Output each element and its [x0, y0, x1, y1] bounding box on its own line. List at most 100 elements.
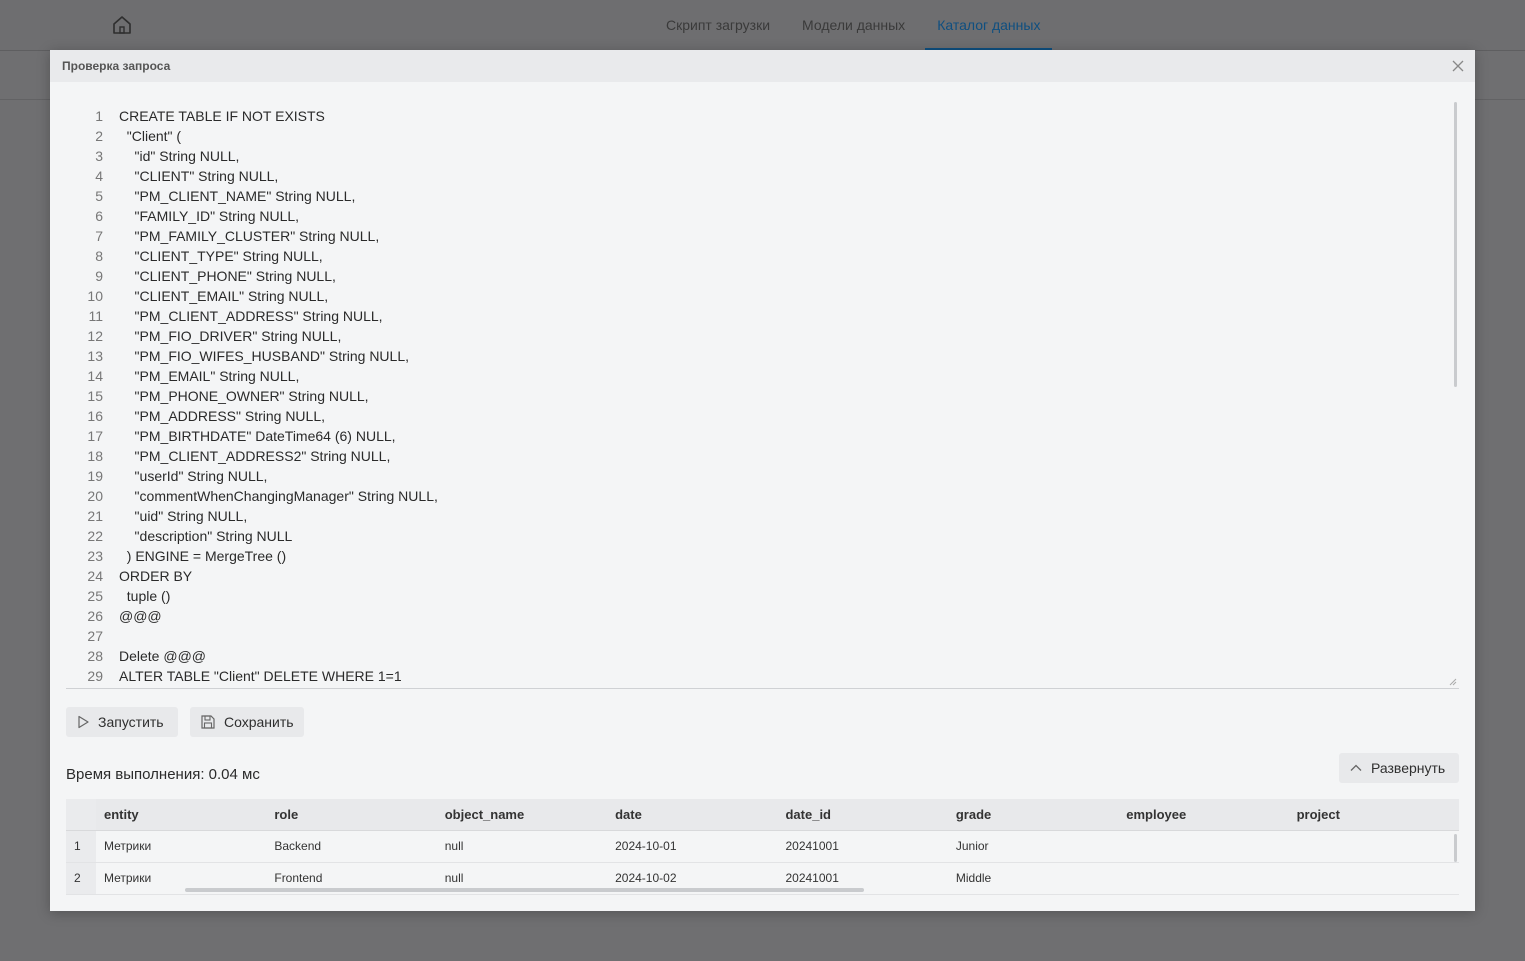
editor-scrollbar[interactable]: [1454, 102, 1457, 387]
table-header: entity role object_name date date_id grade emp…: [66, 799, 1459, 831]
line-text: "uid" String NULL,: [119, 508, 248, 524]
line-text: "CLIENT_EMAIL" String NULL,: [119, 288, 329, 304]
column-header-date-id[interactable]: date_id: [777, 799, 947, 830]
code-line: 26 @@@: [66, 606, 1459, 626]
expand-button-label: Развернуть: [1371, 760, 1446, 776]
line-text: "PM_CLIENT_NAME" String NULL,: [119, 188, 356, 204]
table-vertical-scrollbar[interactable]: [1454, 834, 1457, 862]
run-button[interactable]: Запустить: [66, 707, 178, 737]
line-number: 2: [95, 128, 103, 144]
table-cell: [1289, 863, 1459, 894]
line-number: 18: [87, 448, 103, 464]
modal-header: Проверка запроса: [50, 50, 1475, 82]
code-line: 25 tuple (): [66, 586, 1459, 606]
line-number: 5: [95, 188, 103, 204]
sql-editor[interactable]: 1 CREATE TABLE IF NOT EXISTS 2 "Client" ( 3…: [66, 98, 1459, 689]
code-line: 13 "PM_FIO_WIFES_HUSBAND" String NULL,: [66, 346, 1459, 366]
line-number: 9: [95, 268, 103, 284]
line-text: "FAMILY_ID" String NULL,: [119, 208, 300, 224]
line-text: "userId" String NULL,: [119, 468, 268, 484]
line-text: [119, 626, 1459, 646]
table-row[interactable]: 1 Метрики Backend null 2024-10-01 20241001 Jun…: [66, 831, 1459, 863]
column-header-employee[interactable]: employee: [1118, 799, 1288, 830]
code-line: 5 "PM_CLIENT_NAME" String NULL,: [66, 186, 1459, 206]
code-line: 17 "PM_BIRTHDATE" DateTime64 (6) NULL,: [66, 426, 1459, 446]
line-text: CREATE TABLE IF NOT EXISTS: [119, 108, 325, 124]
table-cell: null: [444, 839, 464, 853]
execution-time: Время выполнения: 0.04 мс: [66, 766, 260, 783]
line-number: 28: [87, 648, 103, 664]
resize-grip-icon[interactable]: [1449, 678, 1457, 686]
line-text: "PM_CLIENT_ADDRESS2" String NULL,: [119, 448, 391, 464]
line-number: 22: [87, 528, 103, 544]
code-lines: 1 CREATE TABLE IF NOT EXISTS 2 "Client" ( 3…: [66, 98, 1459, 686]
save-icon: [201, 715, 215, 729]
query-check-modal: Проверка запроса 1 CREATE TABLE IF NOT EX…: [50, 50, 1475, 911]
table-cell: Junior: [955, 839, 989, 853]
line-text: "PM_FAMILY_CLUSTER" String NULL,: [119, 228, 380, 244]
row-index: 1: [66, 831, 96, 862]
column-header-date[interactable]: date: [607, 799, 777, 830]
table-cell: Backend: [274, 839, 322, 853]
code-line: 23 ) ENGINE = MergeTree (): [66, 546, 1459, 566]
line-text: "CLIENT_PHONE" String NULL,: [119, 268, 336, 284]
code-line: 11 "PM_CLIENT_ADDRESS" String NULL,: [66, 306, 1459, 326]
home-icon[interactable]: [110, 13, 134, 37]
line-number: 8: [95, 248, 103, 264]
column-header-role[interactable]: role: [266, 799, 436, 830]
line-number: 20: [87, 488, 103, 504]
line-text: "commentWhenChangingManager" String NULL…: [119, 488, 438, 504]
line-number: 17: [87, 428, 103, 444]
code-line: 4 "CLIENT" String NULL,: [66, 166, 1459, 186]
column-header-entity[interactable]: entity: [96, 799, 266, 830]
tab-data-models[interactable]: Модели данных: [786, 0, 921, 50]
code-line: 24 ORDER BY: [66, 566, 1459, 586]
line-number: 6: [95, 208, 103, 224]
play-icon: [78, 715, 89, 729]
line-number: 4: [95, 168, 103, 184]
code-line: 15 "PM_PHONE_OWNER" String NULL,: [66, 386, 1459, 406]
line-number: 23: [87, 548, 103, 564]
result-table: entity role object_name date date_id grade emp…: [66, 799, 1459, 895]
line-number: 14: [87, 368, 103, 384]
line-number: 29: [87, 668, 103, 684]
line-number: 1: [95, 108, 103, 124]
line-text: "PM_FIO_WIFES_HUSBAND" String NULL,: [119, 348, 410, 364]
code-line: 10 "CLIENT_EMAIL" String NULL,: [66, 286, 1459, 306]
table-horizontal-scrollbar[interactable]: [185, 888, 864, 892]
code-line: 3 "id" String NULL,: [66, 146, 1459, 166]
column-header-project[interactable]: project: [1289, 799, 1459, 830]
line-number: 19: [87, 468, 103, 484]
tab-load-script[interactable]: Скрипт загрузки: [650, 0, 786, 50]
table-cell: 2024-10-01: [615, 839, 677, 853]
expand-button[interactable]: Развернуть: [1339, 753, 1459, 783]
line-text: "CLIENT_TYPE" String NULL,: [119, 248, 323, 264]
line-text: "PM_BIRTHDATE" DateTime64 (6) NULL,: [119, 428, 396, 444]
code-line: 29 ALTER TABLE "Client" DELETE WHERE 1=1: [66, 666, 1459, 686]
column-header-object-name[interactable]: object_name: [437, 799, 607, 830]
line-number: 12: [87, 328, 103, 344]
line-number: 27: [87, 628, 103, 644]
tab-data-catalog[interactable]: Каталог данных: [921, 0, 1056, 50]
line-text: "Client" (: [119, 128, 182, 144]
code-line: 8 "CLIENT_TYPE" String NULL,: [66, 246, 1459, 266]
code-line: 28 Delete @@@: [66, 646, 1459, 666]
line-text: Delete @@@: [119, 648, 206, 664]
line-text: "PM_ADDRESS" String NULL,: [119, 408, 326, 424]
save-button[interactable]: Сохранить: [190, 707, 304, 737]
code-line: 14 "PM_EMAIL" String NULL,: [66, 366, 1459, 386]
code-line: 18 "PM_CLIENT_ADDRESS2" String NULL,: [66, 446, 1459, 466]
line-text: ORDER BY: [119, 568, 193, 584]
line-number: 3: [95, 148, 103, 164]
code-line: 16 "PM_ADDRESS" String NULL,: [66, 406, 1459, 426]
line-text: ) ENGINE = MergeTree (): [119, 548, 287, 564]
line-text: "description" String NULL: [119, 528, 293, 544]
line-text: "CLIENT" String NULL,: [119, 168, 279, 184]
line-number: 15: [87, 388, 103, 404]
app-topbar: Скрипт загрузки Модели данных Каталог да…: [0, 0, 1525, 51]
line-number: 13: [87, 348, 103, 364]
column-header-grade[interactable]: grade: [948, 799, 1118, 830]
close-icon[interactable]: [1451, 59, 1465, 73]
column-header-index: [66, 799, 96, 830]
table-cell: [1118, 831, 1288, 862]
